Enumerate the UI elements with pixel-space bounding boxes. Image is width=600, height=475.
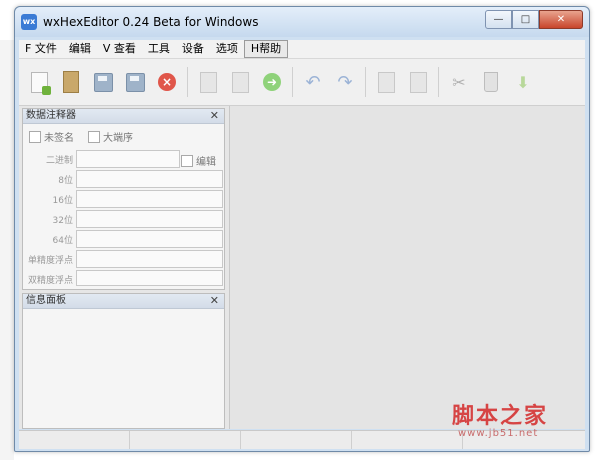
trash-icon bbox=[484, 72, 498, 92]
menu-view[interactable]: V 查看 bbox=[97, 41, 142, 57]
menu-tools[interactable]: 工具 bbox=[142, 41, 176, 57]
float-field[interactable] bbox=[76, 250, 223, 268]
paste-icon bbox=[409, 71, 427, 93]
edit-checkbox[interactable]: 编辑 bbox=[181, 153, 216, 168]
close-file-button[interactable]: × bbox=[155, 70, 179, 94]
menu-options[interactable]: 选项 bbox=[210, 41, 244, 57]
menu-help[interactable]: H帮助 bbox=[243, 40, 289, 58]
unsigned-checkbox[interactable]: 未签名 bbox=[29, 129, 74, 144]
int16-field[interactable] bbox=[76, 190, 223, 208]
save-icon bbox=[93, 72, 113, 92]
menu-devices[interactable]: 设备 bbox=[176, 41, 210, 57]
find-button[interactable] bbox=[196, 70, 220, 94]
int64-field[interactable] bbox=[76, 230, 223, 248]
checkbox-box bbox=[29, 130, 41, 143]
status-cell bbox=[241, 431, 352, 449]
save-as-button[interactable] bbox=[123, 70, 147, 94]
hex-editor-area[interactable] bbox=[229, 106, 585, 429]
info-panel: 信息面板 ✕ bbox=[22, 293, 225, 429]
client-area: 数据注释器 ✕ 未签名 大端序 二进制 编辑 8位 16位 32位 64位 单精… bbox=[19, 106, 585, 429]
checkbox-label: 编辑 bbox=[196, 157, 216, 168]
app-icon: wx bbox=[21, 14, 37, 30]
redo-icon: ↷ bbox=[337, 71, 353, 93]
status-cell bbox=[19, 431, 130, 449]
big-endian-checkbox[interactable]: 大端序 bbox=[88, 129, 133, 144]
double-field[interactable] bbox=[76, 270, 223, 286]
checkbox-label: 大端序 bbox=[103, 133, 133, 144]
checkbox-label: 未签名 bbox=[44, 133, 74, 144]
copy-button[interactable] bbox=[374, 70, 398, 94]
delete-button[interactable] bbox=[479, 70, 503, 94]
redo-button[interactable]: ↷ bbox=[333, 70, 357, 94]
new-file-button[interactable] bbox=[27, 70, 51, 95]
close-icon[interactable]: ✕ bbox=[210, 294, 219, 308]
window-title: wxHexEditor 0.24 Beta for Windows bbox=[43, 15, 259, 29]
new-file-icon bbox=[30, 71, 51, 95]
undo-button[interactable]: ↶ bbox=[301, 70, 325, 94]
cut-button[interactable]: ✂ bbox=[447, 70, 471, 94]
goto-icon: ➜ bbox=[263, 73, 281, 91]
scissors-icon: ✂ bbox=[452, 72, 466, 92]
title-bar[interactable]: wx wxHexEditor 0.24 Beta for Windows — □… bbox=[15, 7, 589, 37]
panel-header: 数据注释器 ✕ bbox=[23, 109, 224, 124]
toolbar-separator bbox=[365, 67, 366, 97]
open-file-button[interactable] bbox=[59, 70, 83, 94]
checkbox-box bbox=[88, 130, 100, 143]
left-pane: 数据注释器 ✕ 未签名 大端序 二进制 编辑 8位 16位 32位 64位 单精… bbox=[22, 108, 225, 429]
close-button[interactable]: ✕ bbox=[539, 10, 583, 29]
field-label: 单精度浮点 bbox=[27, 256, 73, 266]
paste-button[interactable] bbox=[406, 70, 430, 94]
data-interpreter-panel: 数据注释器 ✕ 未签名 大端序 二进制 编辑 8位 16位 32位 64位 单精… bbox=[22, 108, 225, 290]
maximize-button[interactable]: □ bbox=[512, 10, 539, 29]
toolbar-separator bbox=[438, 67, 439, 97]
status-cell bbox=[352, 431, 463, 449]
checkbox-box bbox=[181, 154, 193, 167]
arrow-down-icon: ⬇ bbox=[516, 72, 530, 92]
minimize-button[interactable]: — bbox=[485, 10, 512, 29]
binary-field[interactable] bbox=[76, 150, 180, 168]
open-file-icon bbox=[63, 71, 79, 93]
copy-icon bbox=[377, 71, 395, 93]
panel-title: 信息面板 bbox=[26, 295, 66, 306]
replace-icon bbox=[231, 71, 249, 93]
menu-file[interactable]: F 文件 bbox=[19, 41, 63, 57]
insert-button[interactable]: ⬇ bbox=[511, 70, 535, 94]
field-label: 64位 bbox=[52, 236, 73, 246]
save-button[interactable] bbox=[91, 70, 115, 94]
watermark-logo: 脚本之家 bbox=[452, 403, 549, 429]
int32-field[interactable] bbox=[76, 210, 223, 228]
toolbar-separator bbox=[187, 67, 188, 97]
save-as-icon bbox=[125, 72, 145, 92]
toolbar-separator bbox=[292, 67, 293, 97]
panel-title: 数据注释器 bbox=[26, 110, 76, 121]
undo-icon: ↶ bbox=[305, 71, 321, 93]
goto-button[interactable]: ➜ bbox=[260, 70, 284, 94]
panel-header: 信息面板 ✕ bbox=[23, 294, 224, 309]
find-icon bbox=[199, 71, 217, 93]
field-label: 双精度浮点 bbox=[27, 276, 73, 286]
menu-edit[interactable]: 编辑 bbox=[63, 41, 97, 57]
menu-bar: F 文件 编辑 V 查看 工具 设备 选项 H帮助 bbox=[19, 40, 585, 59]
field-label: 16位 bbox=[52, 196, 73, 206]
close-file-icon: × bbox=[158, 73, 176, 91]
watermark-url: www.jb51.net bbox=[458, 428, 539, 439]
replace-button[interactable] bbox=[228, 70, 252, 94]
toolbar: × ➜ ↶ ↷ ✂ ⬇ bbox=[19, 59, 585, 106]
field-label: 32位 bbox=[52, 216, 73, 226]
close-icon[interactable]: ✕ bbox=[210, 109, 219, 123]
int8-field[interactable] bbox=[76, 170, 223, 188]
field-label: 8位 bbox=[58, 176, 73, 186]
status-cell bbox=[130, 431, 241, 449]
app-window: wx wxHexEditor 0.24 Beta for Windows — □… bbox=[14, 6, 590, 452]
field-label: 二进制 bbox=[45, 156, 73, 166]
